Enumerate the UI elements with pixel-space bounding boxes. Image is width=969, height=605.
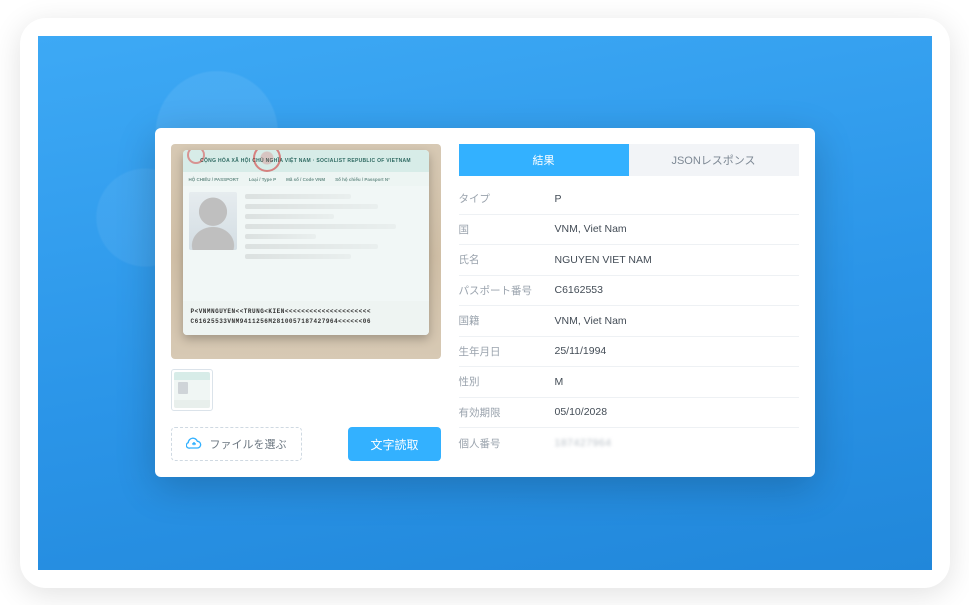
field-label: 個人番号 (459, 436, 555, 451)
field-label: 国籍 (459, 313, 555, 328)
result-row: 氏名NGUYEN VIET NAM (459, 245, 799, 276)
passport-mock: CỘNG HÒA XÃ HỘI CHỦ NGHĨA VIỆT NAM · SOC… (183, 150, 429, 335)
ocr-button[interactable]: 文字読取 (348, 427, 440, 461)
ocr-card: CỘNG HÒA XÃ HỘI CHỦ NGHĨA VIỆT NAM · SOC… (155, 128, 815, 477)
left-column: CỘNG HÒA XÃ HỘI CHỦ NGHĨA VIỆT NAM · SOC… (171, 144, 441, 461)
result-row: タイプP (459, 184, 799, 215)
field-label: 性別 (459, 374, 555, 389)
passport-body (183, 186, 429, 259)
red-seal-icon (253, 150, 281, 172)
mrz-line-1: P<VNMNGUYEN<<TRUNG<KIEN<<<<<<<<<<<<<<<<<… (191, 307, 421, 317)
field-value: 25/11/1994 (555, 345, 799, 357)
passport-photo (189, 192, 237, 250)
choose-file-label: ファイルを選ぶ (210, 436, 287, 452)
passport-type-label: Loại / Type P (249, 177, 276, 182)
passport-field-lines (245, 192, 423, 259)
right-column: 結果 JSONレスポンス タイプP国VNM, Viet Nam氏名NGUYEN … (459, 144, 799, 461)
field-value: NGUYEN VIET NAM (555, 254, 799, 266)
passport-subheader: HỘ CHIẾU / PASSPORT Loại / Type P Mã số … (183, 172, 429, 186)
passport-code-label: Mã số / Code VNM (286, 177, 325, 182)
tabs: 結果 JSONレスポンス (459, 144, 799, 176)
device-frame: CỘNG HÒA XÃ HỘI CHỦ NGHĨA VIỆT NAM · SOC… (20, 18, 950, 588)
field-value: M (555, 376, 799, 388)
passport-header: CỘNG HÒA XÃ HỘI CHỦ NGHĨA VIỆT NAM · SOC… (183, 150, 429, 172)
passport-mrz: P<VNMNGUYEN<<TRUNG<KIEN<<<<<<<<<<<<<<<<<… (183, 301, 429, 335)
result-row: 国籍VNM, Viet Nam (459, 306, 799, 337)
thumbnail-image (174, 372, 210, 408)
ocr-button-label: 文字読取 (370, 438, 418, 452)
field-label: 氏名 (459, 252, 555, 267)
field-label: 国 (459, 222, 555, 237)
result-row: 国VNM, Viet Nam (459, 215, 799, 246)
mrz-line-2: C61625533VNM9411256M2810057187427964<<<<… (191, 317, 421, 327)
passport-num-label: Số hộ chiếu / Passport N° (335, 177, 390, 182)
tab-json-label: JSONレスポンス (671, 152, 755, 168)
field-value: VNM, Viet Nam (555, 315, 799, 327)
field-label: 生年月日 (459, 344, 555, 359)
tab-result[interactable]: 結果 (459, 144, 629, 176)
tab-json[interactable]: JSONレスポンス (629, 144, 799, 176)
tab-result-label: 結果 (533, 152, 555, 168)
result-row: 性別M (459, 367, 799, 398)
thumbnail[interactable] (171, 369, 213, 411)
result-row: 生年月日25/11/1994 (459, 337, 799, 368)
result-row: パスポート番号C6162553 (459, 276, 799, 307)
document-preview[interactable]: CỘNG HÒA XÃ HỘI CHỦ NGHĨA VIỆT NAM · SOC… (171, 144, 441, 359)
field-value: VNM, Viet Nam (555, 223, 799, 235)
passport-doc-label: HỘ CHIẾU / PASSPORT (189, 177, 239, 182)
passport-header-text: CỘNG HÒA XÃ HỘI CHỦ NGHĨA VIỆT NAM · SOC… (200, 158, 411, 164)
action-row: ファイルを選ぶ 文字読取 (171, 411, 441, 461)
app-screen: CỘNG HÒA XÃ HỘI CHỦ NGHĨA VIỆT NAM · SOC… (38, 36, 932, 570)
field-value: 05/10/2028 (555, 406, 799, 418)
cloud-upload-icon (186, 436, 202, 452)
field-value: 187427964 (555, 437, 799, 449)
choose-file-button[interactable]: ファイルを選ぶ (171, 427, 302, 461)
result-table: タイプP国VNM, Viet Nam氏名NGUYEN VIET NAMパスポート… (459, 184, 799, 459)
result-row: 有効期限05/10/2028 (459, 398, 799, 429)
field-label: タイプ (459, 191, 555, 206)
field-value: P (555, 193, 799, 205)
field-label: パスポート番号 (459, 283, 555, 298)
field-label: 有効期限 (459, 405, 555, 420)
field-value: C6162553 (555, 284, 799, 296)
result-row: 個人番号187427964 (459, 428, 799, 459)
